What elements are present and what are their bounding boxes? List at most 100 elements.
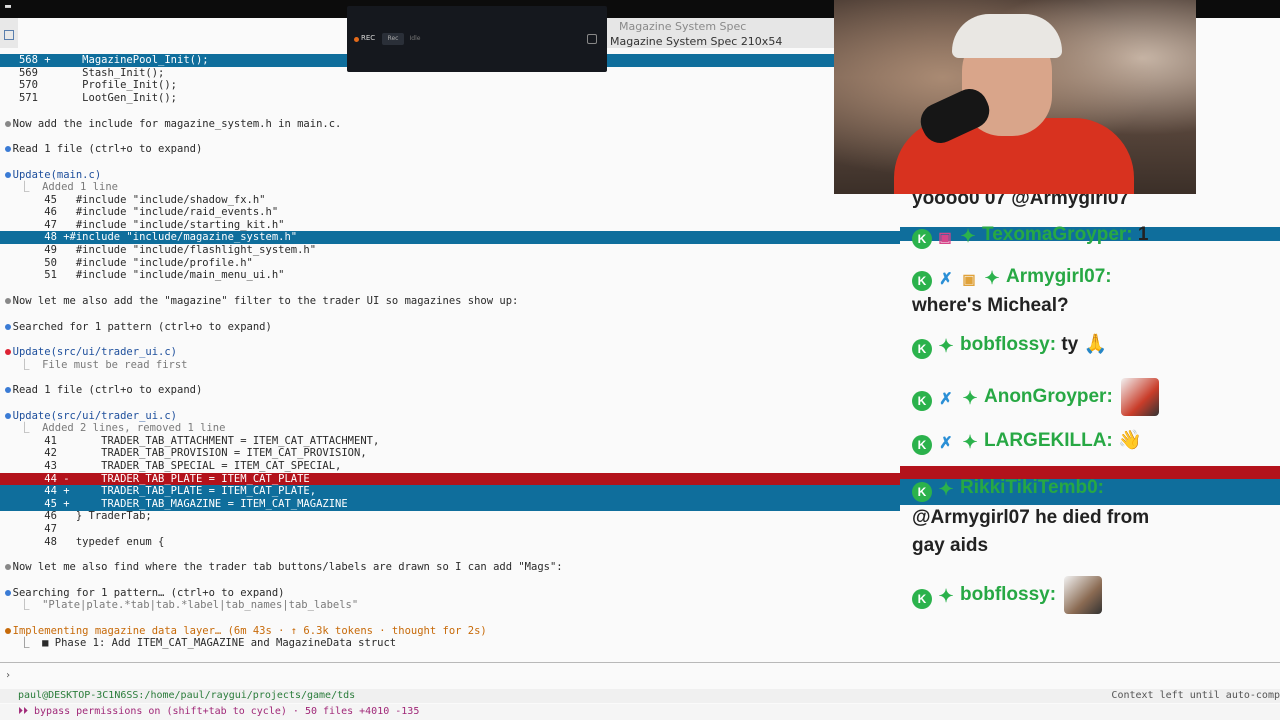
panel-toggle-icon[interactable] bbox=[4, 30, 14, 40]
webcam-feed bbox=[834, 0, 1196, 194]
chat-text: 1 bbox=[1132, 224, 1149, 245]
terminal-line: Now let me also add the "magazine" filte… bbox=[0, 295, 519, 307]
terminal-line: 571 LootGen_Init(); bbox=[0, 92, 178, 104]
terminal-line: ⎿ Added 1 line bbox=[0, 181, 118, 193]
gift-badge-icon: ▣ bbox=[938, 229, 952, 245]
terminal-line: Read 1 file (ctrl+o to expand) bbox=[0, 384, 203, 396]
terminal-line: Searching for 1 pattern… (ctrl+o to expa… bbox=[0, 587, 285, 599]
chat-username[interactable]: RikkiTikiTemb0: bbox=[960, 477, 1104, 498]
terminal-line: Read 1 file (ctrl+o to expand) bbox=[0, 143, 203, 155]
chat-username[interactable]: bobflossy: bbox=[960, 584, 1056, 605]
status-dot-icon bbox=[5, 349, 11, 355]
terminal-line: 41 TRADER_TAB_ATTACHMENT = ITEM_CAT_ATTA… bbox=[0, 435, 380, 447]
input-prompt[interactable]: › bbox=[5, 670, 11, 681]
terminal-line: 44 + TRADER_TAB_PLATE = ITEM_CAT_PLATE, bbox=[0, 485, 900, 498]
chat-text: 👋 bbox=[1112, 430, 1142, 451]
chat-message: K ✦ bobflossy: ty 🙏 bbox=[912, 332, 1107, 359]
terminal-line: 43 TRADER_TAB_SPECIAL = ITEM_CAT_SPECIAL… bbox=[0, 460, 342, 472]
status-dot-icon bbox=[5, 564, 11, 570]
star-badge-icon: ✦ bbox=[938, 479, 954, 499]
terminal-line: ⎿ ■ Phase 1: Add ITEM_CAT_MAGAZINE and M… bbox=[0, 637, 397, 649]
terminal-line: 47 #include "include/starting_kit.h" bbox=[0, 219, 285, 231]
terminal-line: 46 #include "include/raid_events.h" bbox=[0, 206, 279, 218]
rec-button[interactable]: Rec bbox=[382, 33, 404, 45]
chat-message: gay aids bbox=[912, 532, 988, 560]
chat-overlay: yoooo0 07 @Armygirl07 K ▣ ✦ TexomaGroyper: 1… bbox=[900, 180, 1280, 630]
terminal-line: Update(src/ui/trader_ui.c) bbox=[0, 346, 178, 358]
chat-text: gay aids bbox=[912, 535, 989, 556]
chat-text: @Armygirl07 he died from bbox=[912, 507, 1150, 528]
permissions-text[interactable]: ⏵⏵ bypass permissions on (shift+tab to c… bbox=[18, 706, 419, 717]
input-separator bbox=[0, 662, 1280, 663]
k-badge-icon: K bbox=[912, 435, 932, 455]
chat-message: K ✗ ✦ AnonGroyper: bbox=[912, 378, 1159, 416]
terminal-line: 49 #include "include/flashlight_system.h… bbox=[0, 244, 317, 256]
spec-subtitle: Magazine System Spec 210x54 bbox=[610, 35, 783, 48]
terminal-line: 569 Stash_Init(); bbox=[0, 67, 165, 79]
status-dot-icon bbox=[5, 590, 11, 596]
star-badge-icon: ✦ bbox=[960, 226, 976, 246]
star-badge-icon: ✦ bbox=[962, 432, 978, 452]
window-menu-icon[interactable]: ▬ bbox=[5, 2, 15, 12]
chat-message: K ▣ ✦ TexomaGroyper: 1 bbox=[912, 222, 1149, 249]
sword-badge-icon: ✗ bbox=[939, 391, 953, 409]
terminal-line: Now let me also find where the trader ta… bbox=[0, 561, 563, 573]
status-dot-icon bbox=[5, 146, 11, 152]
terminal-line: ⎿ "Plate|plate.*tab|tab.*label|tab_names… bbox=[0, 599, 359, 611]
chat-username[interactable]: LARGEKILLA: bbox=[984, 430, 1113, 451]
status-line: paul@DESKTOP-3C1N6SS:/home/paul/raygui/p… bbox=[0, 689, 1280, 703]
chat-emote-image bbox=[1120, 378, 1159, 416]
terminal-line: 42 TRADER_TAB_PROVISION = ITEM_CAT_PROVI… bbox=[0, 447, 367, 459]
status-dot-icon bbox=[5, 172, 11, 178]
sword-badge-icon: ✗ bbox=[939, 271, 953, 288]
chat-message: K ✗ ✦ LARGEKILLA: 👋 bbox=[912, 428, 1142, 455]
chat-message: K ✗ ▣ ✦ Armygirl07: bbox=[912, 264, 1112, 291]
sword-badge-icon: ✗ bbox=[939, 435, 953, 452]
terminal-line: 570 Profile_Init(); bbox=[0, 79, 178, 91]
chat-text: ty 🙏 bbox=[1056, 334, 1108, 355]
terminal-line: 50 #include "include/profile.h" bbox=[0, 257, 253, 269]
chat-message: where's Micheal? bbox=[912, 292, 1069, 320]
terminal-line: Now add the include for magazine_system.… bbox=[0, 118, 342, 130]
chat-username[interactable]: AnonGroyper: bbox=[984, 386, 1113, 407]
rec-label: REC bbox=[361, 34, 376, 42]
terminal-line: 47 bbox=[0, 523, 57, 535]
terminal-line: 45 #include "include/shadow_fx.h" bbox=[0, 194, 266, 206]
chat-username[interactable]: bobflossy: bbox=[960, 334, 1056, 355]
star-badge-icon: ✦ bbox=[938, 336, 954, 356]
spec-window-title[interactable]: Magazine System Spec Magazine System Spe… bbox=[607, 18, 835, 48]
recorder-widget: REC Rec Idle bbox=[347, 6, 607, 72]
status-dot-icon bbox=[5, 413, 11, 419]
chat-username[interactable]: TexomaGroyper: bbox=[982, 224, 1133, 245]
chat-message: K ✦ RikkiTikiTemb0: bbox=[912, 475, 1104, 502]
chat-username[interactable]: Armygirl07: bbox=[1006, 266, 1112, 287]
chat-emote-image bbox=[1064, 576, 1103, 614]
chat-text: where's Micheal? bbox=[912, 295, 1069, 316]
terminal-line: Update(src/ui/trader_ui.c) bbox=[0, 410, 178, 422]
left-strip bbox=[0, 18, 18, 48]
spec-title: Magazine System Spec bbox=[619, 20, 747, 33]
terminal-line: 51 #include "include/main_menu_ui.h" bbox=[0, 269, 285, 281]
terminal-line: 48 typedef enum { bbox=[0, 536, 165, 548]
k-badge-icon: K bbox=[912, 229, 932, 249]
terminal-line: ⎿ Added 2 lines, removed 1 line bbox=[0, 422, 226, 434]
context-left-text: Context left until auto-comp bbox=[1111, 690, 1280, 701]
star-badge-icon: ✦ bbox=[938, 586, 954, 607]
k-badge-icon: K bbox=[912, 482, 932, 502]
terminal-line: 44 - TRADER_TAB_PLATE = ITEM_CAT_PLATE bbox=[0, 473, 900, 486]
permissions-line: ⏵⏵ bypass permissions on (shift+tab to c… bbox=[0, 704, 1280, 720]
star-badge-icon: ✦ bbox=[962, 388, 978, 409]
status-dot-icon bbox=[5, 324, 11, 330]
terminal-line: 48 +#include "include/magazine_system.h" bbox=[0, 231, 900, 244]
terminal-line: ⎿ File must be read first bbox=[0, 359, 188, 371]
streamer-cap bbox=[952, 14, 1062, 58]
k-badge-icon: K bbox=[912, 271, 932, 291]
terminal-line: 45 + TRADER_TAB_MAGAZINE = ITEM_CAT_MAGA… bbox=[0, 498, 900, 511]
expand-icon[interactable] bbox=[587, 34, 597, 44]
terminal-line: Implementing magazine data layer… (6m 43… bbox=[0, 625, 487, 637]
chat-message: K ✦ bobflossy: bbox=[912, 576, 1103, 614]
k-badge-icon: K bbox=[912, 589, 932, 610]
k-badge-icon: K bbox=[912, 339, 932, 359]
idle-button[interactable]: Idle bbox=[407, 33, 423, 45]
status-dot-icon bbox=[5, 121, 11, 127]
